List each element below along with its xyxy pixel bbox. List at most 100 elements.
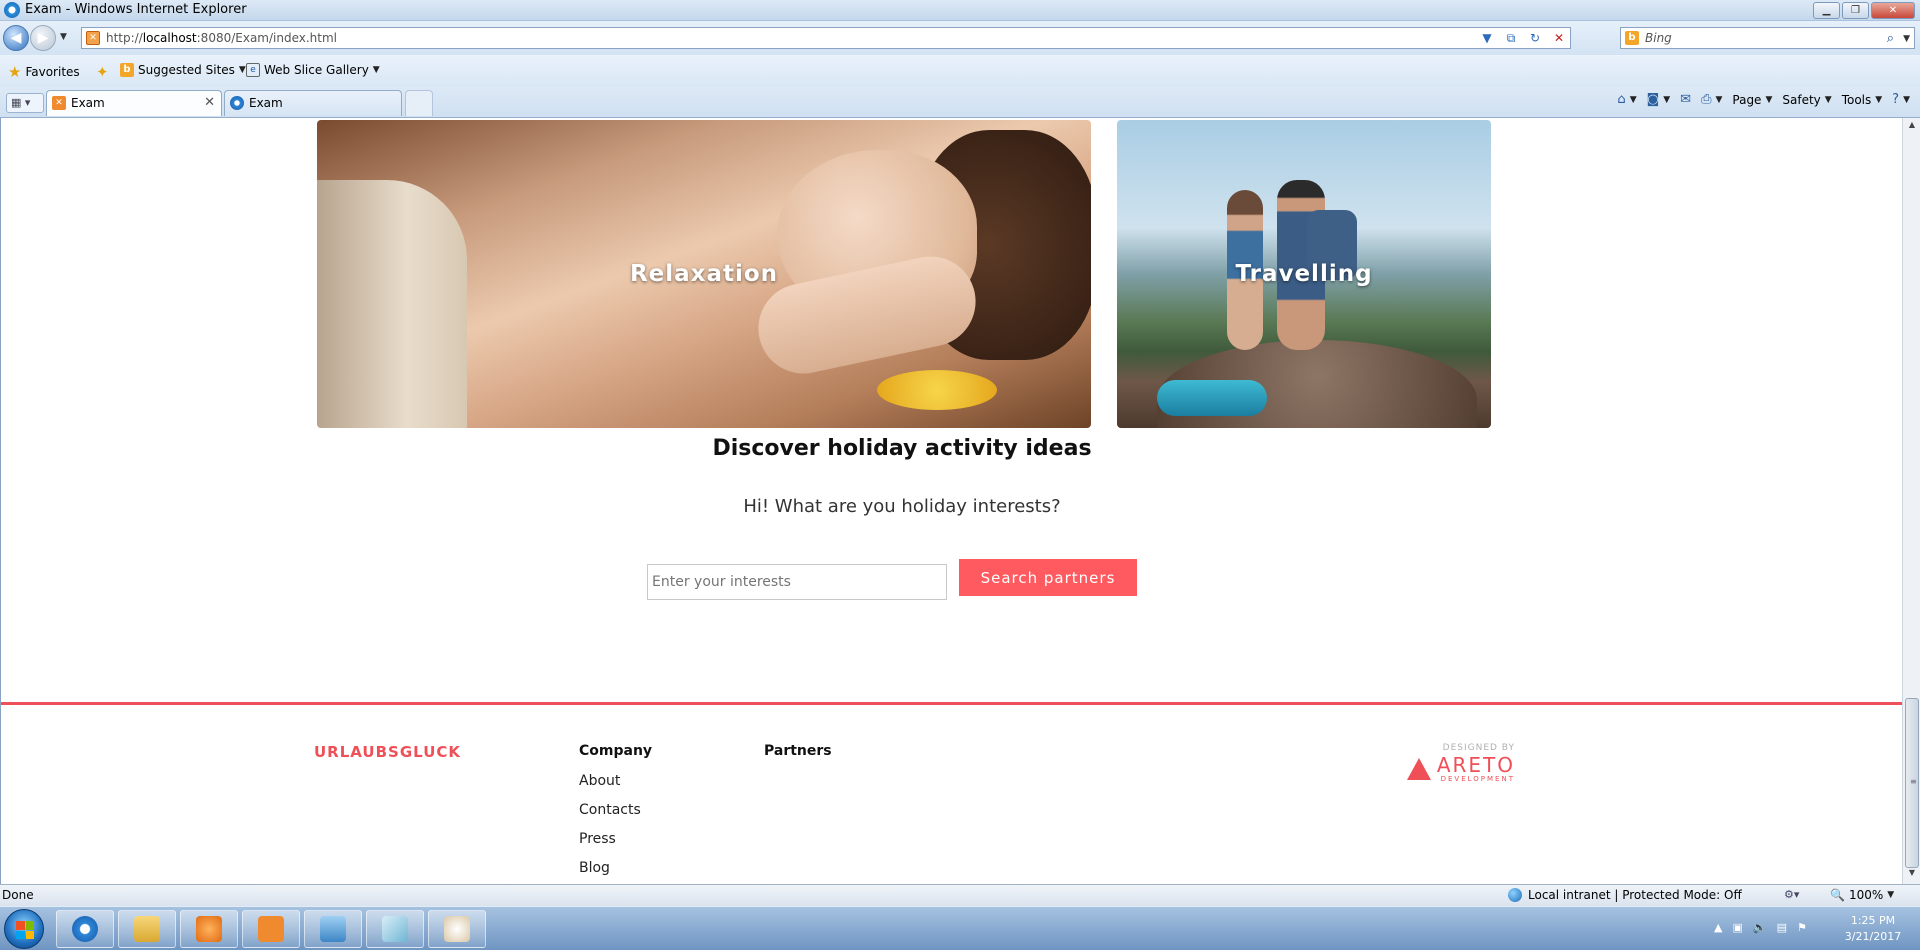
window-controls: ▁ ❐ ✕ [1813,2,1915,19]
ie-tab-icon [230,96,244,110]
taskbar-paint[interactable] [428,910,486,948]
tab-exam[interactable]: Exam [224,90,402,116]
footer-link-press[interactable]: Press [579,831,616,847]
search-icon[interactable]: ⌕ [1887,29,1894,49]
address-url: http://localhost:8080/Exam/index.html [106,28,337,48]
footer-link-blog[interactable]: Blog [579,860,610,876]
taskbar-explorer[interactable] [118,910,176,948]
new-tab-button[interactable] [405,90,433,116]
taskbar-media-player[interactable] [180,910,238,948]
tab-exam-active[interactable]: ✕ Exam ✕ [46,90,222,116]
chevron-down-icon: ▼ [1715,94,1723,105]
xampp-icon [258,916,284,942]
forward-button[interactable]: ▶ [30,25,56,51]
security-zone[interactable]: Local intranet | Protected Mode: Off [1508,888,1742,902]
ie-logo-icon [4,2,20,18]
tools-menu-label: Tools [1841,92,1872,107]
scroll-up-icon[interactable]: ▲ [1906,120,1918,132]
taskbar: ▲ ▣ 🔈 ▤ ⚑ 1:25 PM 3/21/2017 [0,906,1920,950]
taskbar-clock[interactable]: 1:25 PM 3/21/2017 [1830,913,1916,945]
footer-link-about[interactable]: About [579,773,620,789]
travelling-card[interactable]: Travelling [1117,120,1491,428]
interests-input[interactable] [647,564,947,600]
taskbar-ie[interactable] [56,910,114,948]
scroll-thumb[interactable]: ≡ [1905,698,1919,868]
close-window-button[interactable]: ✕ [1871,2,1915,19]
system-tray: ▲ ▣ 🔈 ▤ ⚑ [1714,921,1807,934]
tray-device-icon[interactable]: ▣ [1732,921,1742,934]
home-button[interactable]: ⌂ ▼ [1617,92,1636,107]
restore-button[interactable]: ❐ [1842,2,1869,19]
page-menu-label: Page [1732,92,1762,107]
favorites-star-icon: ★ [8,63,22,81]
chevron-down-icon: ▼ [1824,94,1832,105]
footer-partners-title: Partners [764,743,832,759]
tray-expand-icon[interactable]: ▲ [1714,921,1722,934]
page-subheading: Hi! What are you holiday interests? [743,496,1061,517]
add-to-favorites-icon: ✦ [96,63,109,81]
vertical-scrollbar[interactable]: ▲ ≡ ▼ [1902,118,1920,884]
page-heading: Discover holiday activity ideas [712,436,1092,461]
security-lock-icon[interactable]: ⚙▾ [1784,888,1799,901]
search-box[interactable]: b Bing ⌕ ▼ [1620,27,1915,49]
search-options-icon[interactable]: ▼ [1903,29,1910,49]
help-button[interactable]: ? ▼ [1892,92,1910,107]
minimize-button[interactable]: ▁ [1813,2,1840,19]
footer-brand[interactable]: URLAUBSGLUCK [314,743,461,761]
web-slice-icon: e [246,63,260,77]
search-partners-button[interactable]: Search partners [959,559,1137,596]
intranet-globe-icon [1508,888,1522,902]
mail-icon: ✉ [1680,92,1692,107]
add-favorite-button[interactable]: ✦ [96,63,109,81]
tray-network-icon[interactable]: ▤ [1777,921,1787,934]
feeds-button[interactable]: ◙ ▼ [1647,92,1671,107]
areto-sub: DEVELOPMENT [1440,775,1515,783]
designed-by-block[interactable]: DESIGNED BY ARETO DEVELOPMENT [1395,743,1515,783]
tray-alert-icon[interactable]: ⚑ [1797,921,1807,934]
window-title: Exam - Windows Internet Explorer [25,2,247,17]
suggested-sites-button[interactable]: b Suggested Sites ▼ [120,63,246,77]
relaxation-label: Relaxation [629,261,779,287]
refresh-icon[interactable]: ↻ [1526,30,1544,46]
safety-menu[interactable]: Safety ▼ [1782,93,1831,107]
relaxation-card[interactable]: Relaxation [317,120,1091,428]
favorites-button[interactable]: ★ Favorites [8,63,80,81]
footer-company-title: Company [579,743,653,759]
zoom-control[interactable]: 🔍 100% ▼ [1830,888,1894,902]
tab-bar: ▦ ▾ ✕ Exam ✕ Exam ⌂ ▼ ◙ ▼ ✉ ⎙ ▼ Page ▼ Safet… [0,87,1920,118]
compat-view-icon[interactable]: ⧉ [1502,30,1520,46]
chevron-down-icon: ▼ [1629,94,1637,105]
history-dropdown-icon[interactable]: ▼ [60,32,67,42]
address-dropdown-icon[interactable]: ▼ [1478,30,1496,46]
taskbar-xampp[interactable] [242,910,300,948]
chevron-down-icon: ▼ [238,65,246,75]
taskbar-network[interactable] [304,910,362,948]
zoom-level: 100% [1848,888,1884,902]
web-slice-gallery-label: Web Slice Gallery [264,63,369,77]
page-menu[interactable]: Page ▼ [1732,93,1772,107]
start-button[interactable] [4,909,44,949]
back-button[interactable]: ◀ [3,25,29,51]
address-bar[interactable]: ✕ http://localhost:8080/Exam/index.html … [81,27,1571,49]
footer-link-contacts[interactable]: Contacts [579,802,641,818]
web-slice-gallery-button[interactable]: e Web Slice Gallery ▼ [246,63,380,77]
page-viewport: Relaxation Travelling Discover holiday a… [0,118,1902,884]
taskbar-app[interactable] [366,910,424,948]
print-button[interactable]: ⎙ ▼ [1701,92,1722,107]
xampp-favicon-icon: ✕ [86,31,100,45]
address-prefix: http:// [106,31,143,45]
chevron-down-icon: ▼ [1875,94,1883,105]
scroll-down-icon[interactable]: ▼ [1906,868,1918,880]
chevron-down-icon: ▼ [1903,94,1910,105]
chevron-down-icon: ▼ [1765,94,1773,105]
suggested-sites-label: Suggested Sites [138,63,235,77]
media-player-icon [196,916,222,942]
stop-icon[interactable]: ✕ [1550,30,1568,46]
read-mail-button[interactable]: ✉ [1680,92,1691,107]
address-toolbar: ◀ ▶ ▼ ✕ http://localhost:8080/Exam/index… [0,21,1920,55]
quick-tabs-button[interactable]: ▦ ▾ [6,93,44,113]
areto-name: ARETO [1436,753,1515,777]
tray-volume-icon[interactable]: 🔈 [1753,921,1767,934]
tools-menu[interactable]: Tools ▼ [1842,93,1882,107]
tab-close-icon[interactable]: ✕ [204,91,215,115]
